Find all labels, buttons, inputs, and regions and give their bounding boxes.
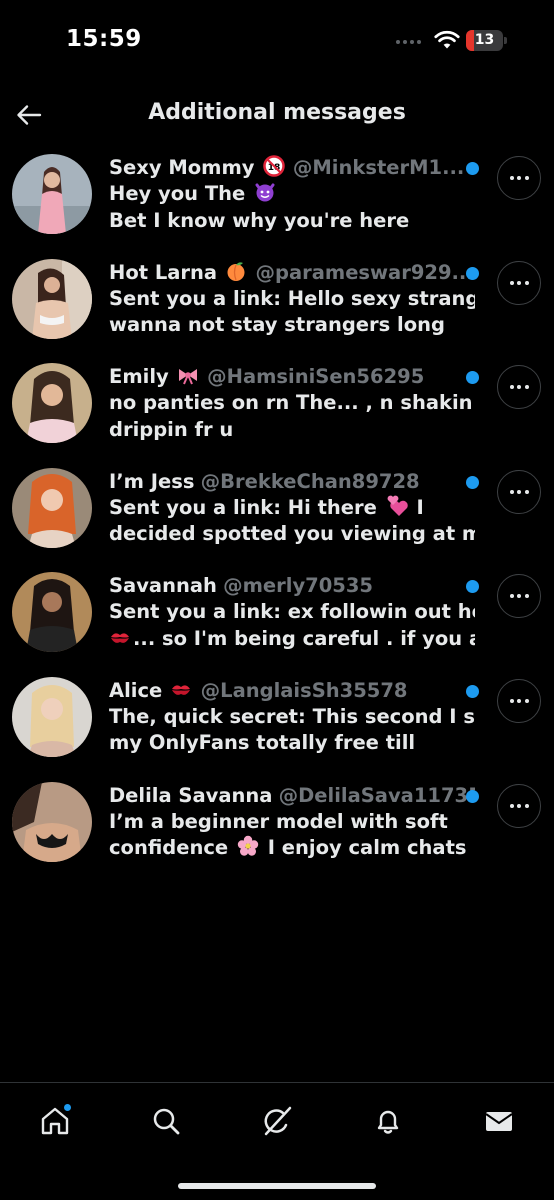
no-under-18-emoji: 18	[262, 155, 285, 177]
unread-indicator	[466, 162, 479, 175]
home-indicator	[178, 1183, 376, 1189]
ribbon-emoji	[178, 369, 197, 385]
more-options-button[interactable]	[497, 574, 541, 619]
nav-messages[interactable]	[479, 1101, 519, 1141]
cherry-blossom-emoji	[237, 835, 259, 856]
message-row[interactable]: Alice @LanglaisSh35578 The, quick secret…	[0, 673, 554, 778]
two-hearts-emoji	[387, 495, 408, 516]
nav-grok[interactable]	[257, 1101, 297, 1141]
message-row[interactable]: Emily @HamsiniSen56295 no panties on rn …	[0, 359, 554, 464]
message-preview-line1: Hey you The	[109, 182, 246, 205]
sender-name: Emily	[109, 365, 169, 389]
message-preview-line1: Sent you a link: ex followin out here	[109, 600, 475, 624]
message-preview-line2-cont: I enjoy calm chats	[267, 836, 467, 860]
message-row[interactable]: Sexy Mommy 18 @MinksterM1... Hey you The…	[0, 150, 554, 255]
more-options-button[interactable]	[497, 469, 541, 514]
avatar[interactable]	[12, 154, 92, 234]
message-preview-line2: ... so I'm being careful . if you are	[133, 626, 475, 650]
sender-name: Savannah	[109, 574, 217, 598]
message-content: Emily @HamsiniSen56295 no panties on rn …	[109, 364, 475, 443]
message-preview-line1: The, quick secret: This second I set	[109, 704, 475, 728]
smiling-devil-emoji	[255, 183, 275, 202]
message-row[interactable]: Delila Savanna @DelilaSava11735 I’m a be…	[0, 778, 554, 883]
kiss-mark-emoji	[111, 633, 129, 643]
unread-indicator	[466, 475, 479, 489]
unread-indicator	[466, 266, 479, 280]
sender-handle: @LanglaisSh35578	[200, 678, 408, 702]
unread-indicator	[466, 684, 479, 698]
avatar[interactable]	[12, 363, 92, 444]
message-list: Sexy Mommy 18 @MinksterM1... Hey you The…	[0, 150, 554, 882]
avatar[interactable]	[12, 781, 92, 862]
message-preview-line2: drippin fr u	[109, 417, 234, 441]
cellular-signal-icon	[396, 40, 421, 44]
search-icon	[153, 1108, 180, 1135]
nav-notifications[interactable]	[368, 1101, 408, 1141]
message-preview-line1: no panties on rn The... , n shakin n	[109, 391, 475, 415]
message-preview-line2: my OnlyFans totally free till	[109, 731, 416, 755]
message-row[interactable]: Hot Larna @parameswar929... Sent you a l…	[0, 255, 554, 360]
message-content: Sexy Mommy 18 @MinksterM1... Hey you The…	[109, 155, 475, 234]
sender-handle: @DelilaSava11735	[278, 783, 475, 807]
grok-icon	[264, 1106, 292, 1136]
more-options-button[interactable]	[497, 678, 541, 723]
sender-handle: @merly70535	[223, 574, 373, 598]
status-time: 15:59	[66, 26, 142, 52]
message-row[interactable]: I’m Jess @BrekkeChan89728 Sent you a lin…	[0, 464, 554, 569]
message-preview-line1: Sent you a link: Hello sexy stranger,	[109, 286, 475, 310]
message-content: Delila Savanna @DelilaSava11735 I’m a be…	[109, 783, 475, 862]
avatar[interactable]	[12, 572, 92, 653]
message-preview-line2: confidence	[109, 836, 229, 860]
header: Additional messages	[0, 90, 554, 140]
message-preview-line2: Bet I know why you're here	[109, 208, 410, 232]
unread-indicator	[466, 371, 479, 385]
avatar[interactable]	[12, 676, 92, 757]
sender-name: I’m Jess	[109, 469, 195, 493]
nav-search[interactable]	[146, 1101, 186, 1141]
kiss-mark-emoji	[172, 685, 191, 695]
sender-name: Alice	[109, 678, 163, 702]
message-content: Hot Larna @parameswar929... Sent you a l…	[109, 260, 475, 339]
message-content: Savannah @merly70535 Sent you a link: ex…	[109, 573, 475, 652]
page-title: Additional messages	[148, 100, 406, 125]
battery-indicator: 13	[466, 30, 507, 51]
message-row[interactable]: Savannah @merly70535 Sent you a link: ex…	[0, 568, 554, 673]
home-notification-badge	[63, 1103, 72, 1112]
more-options-button[interactable]	[497, 156, 541, 200]
peach-emoji	[227, 261, 245, 281]
messages-envelope-icon	[485, 1112, 513, 1131]
more-options-button[interactable]	[497, 783, 541, 828]
sender-name: Delila Savanna	[109, 783, 273, 807]
sender-name: Hot Larna	[109, 260, 218, 284]
sender-handle: @BrekkeChan89728	[200, 469, 420, 493]
more-options-button[interactable]	[497, 260, 541, 305]
sender-handle: @MinksterM1...	[292, 156, 465, 179]
status-bar: 15:59 13	[0, 0, 554, 80]
message-content: I’m Jess @BrekkeChan89728 Sent you a lin…	[109, 469, 475, 548]
sender-handle: @HamsiniSen56295	[207, 365, 425, 389]
message-preview-line2: wanna not stay strangers long	[109, 313, 445, 337]
unread-indicator	[466, 580, 479, 594]
battery-percent: 13	[474, 32, 495, 48]
notifications-bell-icon	[377, 1110, 399, 1134]
message-preview-line1: I’m a beginner model with soft	[109, 809, 448, 833]
message-preview-line2: decided spotted you viewing at my	[109, 522, 475, 546]
avatar[interactable]	[12, 258, 92, 339]
more-options-button[interactable]	[497, 365, 541, 410]
message-preview-line1-cont: I	[416, 495, 424, 519]
wifi-icon	[434, 30, 460, 49]
nav-home[interactable]	[35, 1101, 75, 1141]
unread-indicator	[466, 789, 479, 803]
message-preview-line1: Sent you a link: Hi there	[109, 495, 377, 519]
sender-handle: @parameswar929...	[255, 260, 474, 284]
avatar[interactable]	[12, 467, 92, 548]
message-content: Alice @LanglaisSh35578 The, quick secret…	[109, 678, 475, 757]
sender-name: Sexy Mommy	[109, 156, 255, 179]
